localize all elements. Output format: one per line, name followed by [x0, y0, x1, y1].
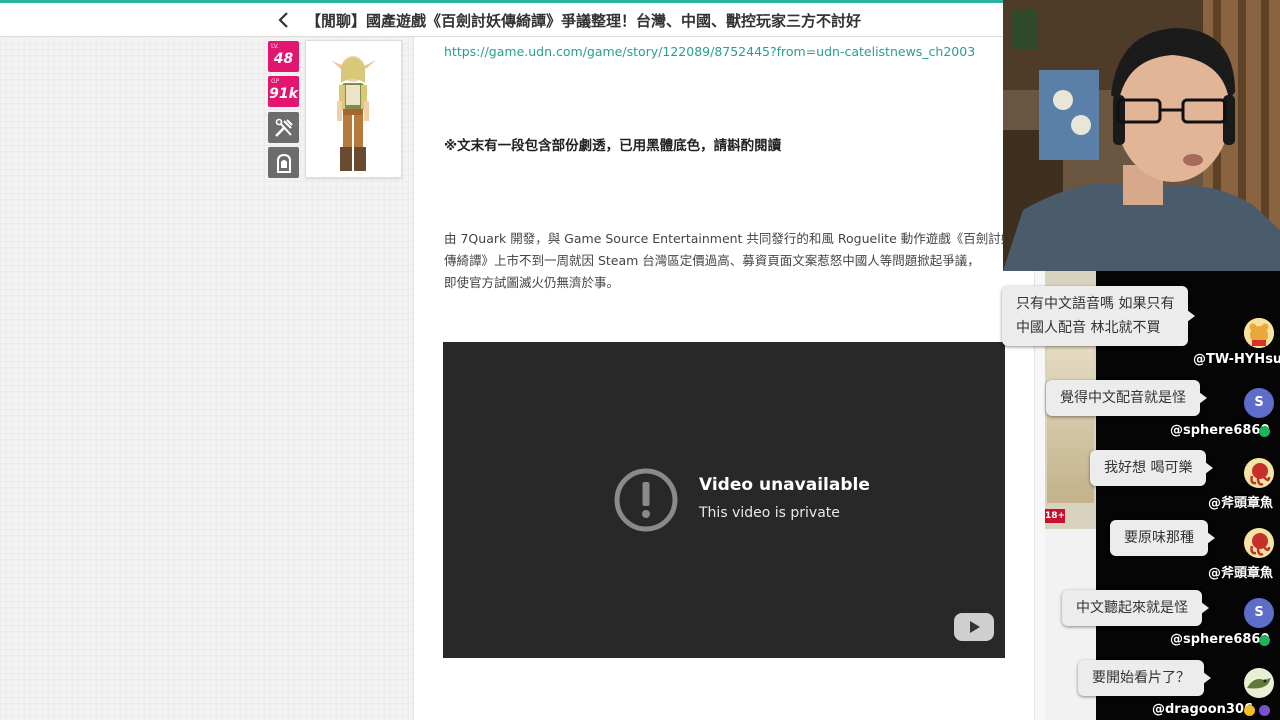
- tools-icon: [274, 118, 293, 137]
- streamer-image: [1003, 0, 1280, 271]
- gp-value: 91k: [269, 86, 298, 102]
- chat-message-line: 中文聽起來就是怪: [1076, 600, 1188, 616]
- chat-message: 我好想 喝可樂: [1090, 450, 1214, 486]
- letter-s-avatar[interactable]: S: [1244, 388, 1274, 418]
- gp-badge[interactable]: GP 91k: [268, 76, 299, 107]
- chat-username[interactable]: @sphere6860: [1170, 632, 1270, 647]
- character-avatar: [332, 56, 376, 171]
- octopus-avatar-icon: [1244, 458, 1274, 488]
- user-avatar-card[interactable]: [305, 40, 402, 178]
- chevron-left-icon: [278, 12, 288, 28]
- rating-tag: 18+: [1045, 509, 1066, 523]
- poster-art: [1047, 343, 1094, 503]
- star-badge-icon: [1244, 705, 1255, 716]
- pooh-avatar-icon: [1244, 318, 1274, 348]
- chat-message: 覺得中文配音就是怪: [1046, 380, 1207, 416]
- page-title: 【閒聊】國產遊戲《百劍討妖傳綺譚》爭議整理！台灣、中國、獸控玩家三方不討好: [306, 12, 862, 30]
- chat-username[interactable]: @斧頭章魚: [1208, 562, 1273, 581]
- source-link[interactable]: https://game.udn.com/game/story/122089/8…: [444, 44, 975, 59]
- video-title: Video unavailable: [699, 475, 870, 495]
- chat-message: 只有中文語音嗎 如果只有 中國人配音 林北就不買: [1002, 286, 1196, 346]
- guild-button[interactable]: [268, 147, 299, 178]
- chat-message: 中文聽起來就是怪: [1062, 590, 1209, 626]
- webcam-feed: [1003, 0, 1280, 271]
- pooh-avatar[interactable]: [1244, 318, 1274, 348]
- octopus-avatar[interactable]: [1244, 528, 1274, 558]
- youtube-logo-icon[interactable]: [953, 612, 995, 642]
- chat-message-line: 要開始看片了？: [1092, 670, 1190, 686]
- header-bar: 【閒聊】國產遊戲《百劍討妖傳綺譚》爭議整理！台灣、中國、獸控玩家三方不討好: [0, 3, 1003, 37]
- level-label: LV.: [271, 43, 279, 50]
- level-value: 48: [273, 51, 294, 67]
- chat-username[interactable]: @斧頭章魚: [1208, 492, 1273, 511]
- paragraph-line: 傳綺譚》上市不到一周就因 Steam 台灣區定價過高、募資頁面文案惹怒中國人等問…: [444, 253, 980, 268]
- dragon-avatar[interactable]: [1244, 668, 1274, 698]
- octopus-avatar-icon: [1244, 528, 1274, 558]
- chat-username[interactable]: @dragoon306: [1152, 702, 1253, 717]
- tools-button[interactable]: [268, 112, 299, 143]
- exclamation-circle-icon: [614, 468, 678, 532]
- chat-username[interactable]: @TW-HYHsu: [1193, 352, 1280, 367]
- member-badge-icon: [1259, 705, 1270, 716]
- spoiler-note: ※文末有一段包含部份劇透，已用黑體底色，請斟酌閱讀: [444, 138, 782, 154]
- paragraph-line: 即使官方試圖滅火仍無濟於事。: [444, 275, 620, 290]
- chat-username[interactable]: @sphere6860: [1170, 423, 1270, 438]
- chat-message-line: 只有中文語音嗎 如果只有: [1016, 296, 1175, 312]
- level-badge[interactable]: LV. 48: [268, 41, 299, 72]
- chat-message: 要開始看片了？: [1078, 660, 1211, 696]
- chat-message-line: 中國人配音 林北就不買: [1016, 320, 1161, 336]
- member-badge-icon: [1259, 426, 1270, 437]
- article-paragraph: 由 7Quark 開發，與 Game Source Entertainment …: [444, 228, 1006, 294]
- letter-s-avatar[interactable]: S: [1244, 598, 1274, 628]
- back-button[interactable]: [274, 10, 294, 30]
- embedded-video[interactable]: Video unavailable This video is private: [443, 342, 1005, 658]
- chat-message-line: 我好想 喝可樂: [1104, 460, 1193, 476]
- chat-message-line: 要原味那種: [1124, 530, 1194, 546]
- dragon-avatar-icon: [1244, 668, 1274, 698]
- screen: 【閒聊】國產遊戲《百劍討妖傳綺譚》爭議整理！台灣、中國、獸控玩家三方不討好 LV…: [0, 0, 1280, 720]
- paragraph-line: 由 7Quark 開發，與 Game Source Entertainment …: [444, 231, 1006, 246]
- octopus-avatar[interactable]: [1244, 458, 1274, 488]
- guild-icon: [276, 153, 291, 173]
- member-badge-icon: [1259, 635, 1270, 646]
- chat-message: 要原味那種: [1110, 520, 1215, 556]
- video-subtitle: This video is private: [699, 505, 840, 521]
- chat-message-line: 覺得中文配音就是怪: [1060, 390, 1186, 406]
- gp-label: GP: [271, 78, 280, 85]
